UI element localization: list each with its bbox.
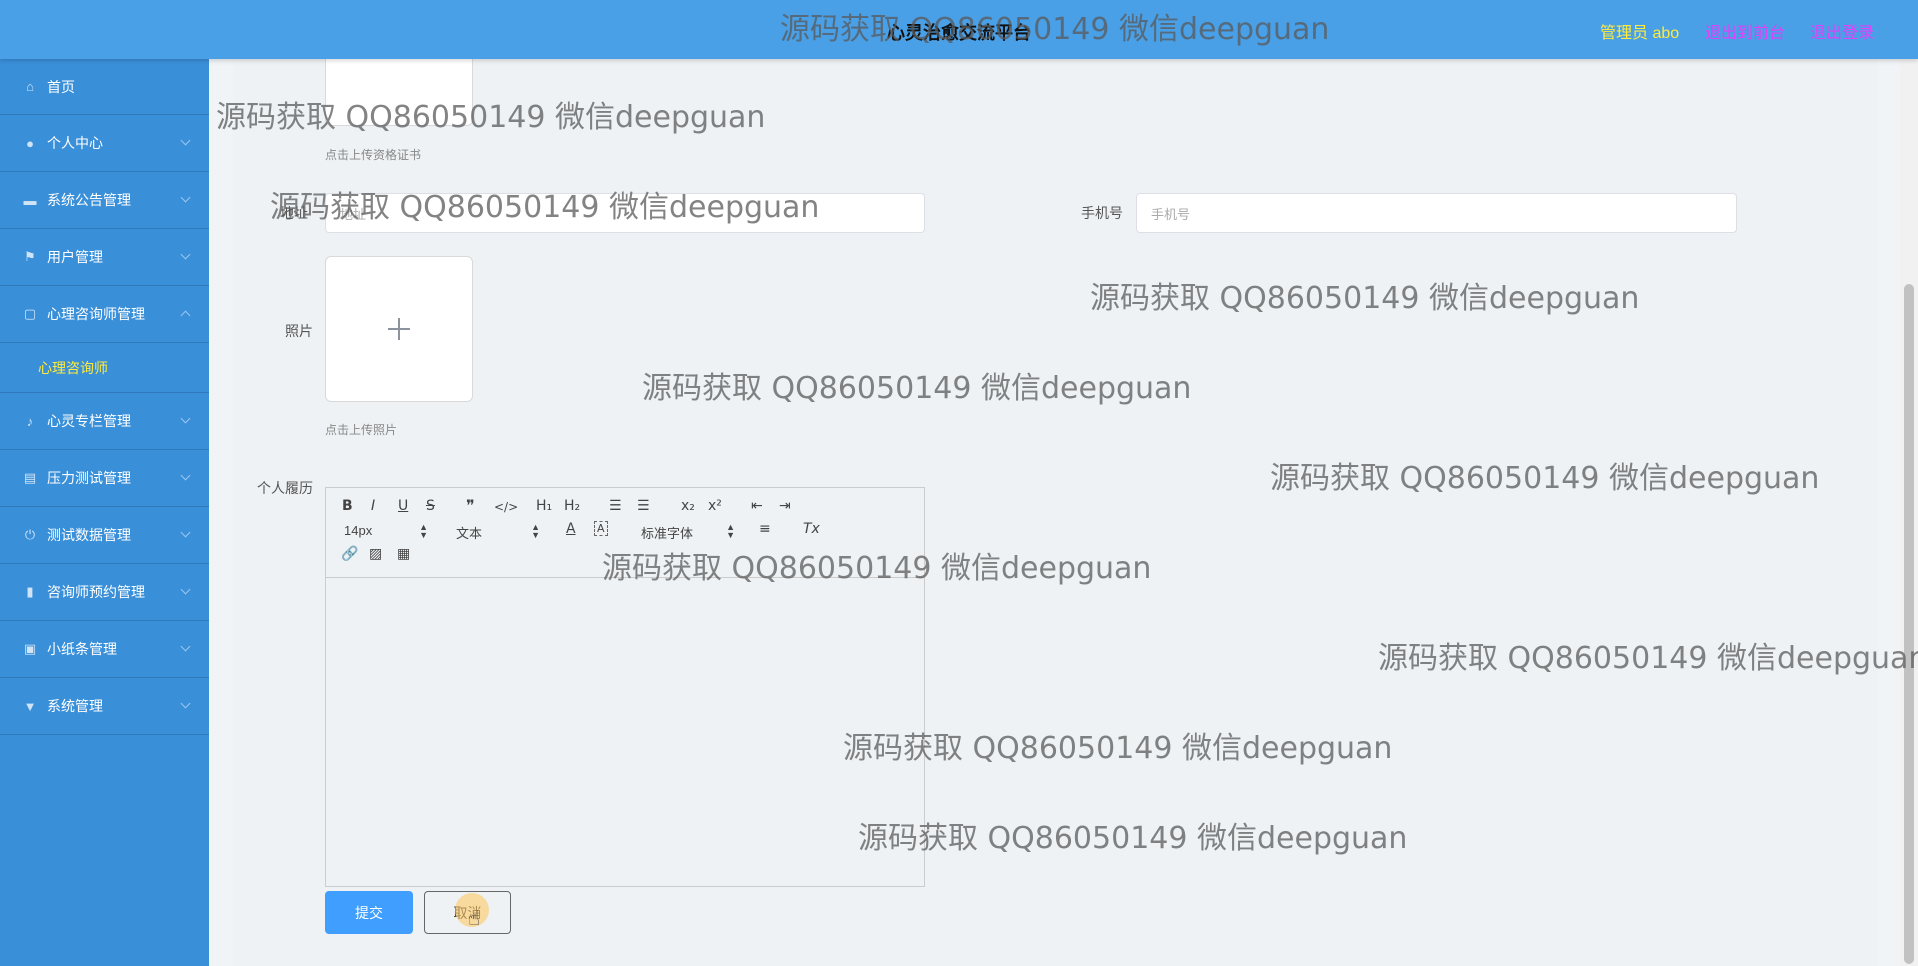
sidebar-item-appointments[interactable]: ▮ 咨询师预约管理 <box>0 564 209 621</box>
sidebar-item-system[interactable]: ▼ 系统管理 <box>0 678 209 735</box>
sidebar-item-personal-center[interactable]: ● 个人中心 <box>0 115 209 172</box>
admin-label: 管理员 abo <box>1600 25 1680 42</box>
rich-text-editor: B I U S ❞ </> H₁ H₂ ☰ ☰ x₂ x² ⇤ ⇥ 14px ▲… <box>325 487 925 887</box>
heading1-icon[interactable]: H₁ <box>536 498 552 514</box>
top-header: 心灵治愈交流平台 管理员 abo 退出到前台 退出登录 <box>0 0 1918 59</box>
resume-label: 个人履历 <box>257 480 313 496</box>
chevron-down-icon <box>180 527 191 538</box>
subscript-icon[interactable]: x₂ <box>681 498 695 514</box>
submit-button[interactable]: 提交 <box>325 891 413 934</box>
logout-link[interactable]: 退出登录 <box>1810 19 1874 43</box>
quote-icon[interactable]: ❞ <box>466 496 475 515</box>
sidebar-item-label: 测试数据管理 <box>47 527 131 543</box>
power-icon: ⏻ <box>24 527 36 542</box>
select-caret-icon: ▲ ▼ <box>419 522 428 540</box>
select-caret-icon: ▲ ▼ <box>726 522 735 540</box>
sidebar-item-label: 个人中心 <box>47 135 103 151</box>
sidebar-item-label: 小纸条管理 <box>47 641 117 657</box>
card-icon: ▬ <box>23 192 37 208</box>
chevron-down-icon <box>180 470 191 481</box>
sidebar-item-column[interactable]: ♪ 心灵专栏管理 <box>0 393 209 450</box>
strikethrough-icon[interactable]: S <box>426 498 435 514</box>
chevron-down-icon <box>180 698 191 709</box>
note-icon: ▣ <box>23 641 37 656</box>
scrollbar-thumb[interactable] <box>1904 284 1914 964</box>
sidebar-item-test-data[interactable]: ⏻ 测试数据管理 <box>0 507 209 564</box>
sidebar-item-home[interactable]: ⌂ 首页 <box>0 59 209 115</box>
photo-upload[interactable] <box>325 256 473 402</box>
cup-icon: ▼ <box>23 698 37 714</box>
text-style-select[interactable]: 文本 ▲ ▼ <box>456 523 540 542</box>
briefcase-icon: ▤ <box>23 470 37 485</box>
image-icon[interactable]: ▨ <box>369 546 382 562</box>
heading2-icon[interactable]: H₂ <box>564 498 580 514</box>
submenu-item-counselor[interactable]: 心理咨询师 <box>0 343 209 393</box>
font-size-select[interactable]: 14px ▲ ▼ <box>344 522 428 540</box>
bold-icon[interactable]: B <box>342 498 353 514</box>
video-icon[interactable]: ▦ <box>397 546 410 562</box>
scrollbar[interactable] <box>1900 59 1918 966</box>
chevron-down-icon <box>180 249 191 260</box>
sidebar-item-label: 首页 <box>47 78 75 95</box>
chevron-down-icon <box>180 135 191 146</box>
sidebar-item-label: 心理咨询师管理 <box>47 306 145 322</box>
sidebar-item-label: 咨询师预约管理 <box>47 584 145 600</box>
italic-icon[interactable]: I <box>371 498 375 514</box>
sidebar-item-label: 压力测试管理 <box>47 470 131 486</box>
sidebar-item-users[interactable]: ⚑ 用户管理 <box>0 229 209 286</box>
address-input[interactable]: 地址 <box>325 193 925 233</box>
phone-label: 手机号 <box>1081 205 1123 221</box>
photo-hint: 点击上传照片 <box>325 423 398 437</box>
sidebar-item-label: 系统公告管理 <box>47 192 131 208</box>
home-icon: ⌂ <box>26 79 34 94</box>
underline-icon[interactable]: U <box>398 498 408 514</box>
address-label: 地址 <box>280 205 308 221</box>
indent-icon[interactable]: ⇥ <box>779 498 791 514</box>
outdent-icon[interactable]: ⇤ <box>751 498 763 514</box>
align-icon[interactable]: ≡ <box>759 521 771 537</box>
chevron-down-icon <box>180 413 191 424</box>
sidebar-item-stress-test[interactable]: ▤ 压力测试管理 <box>0 450 209 507</box>
sidebar-item-label: 用户管理 <box>47 249 103 265</box>
phone-input[interactable]: 手机号 <box>1136 193 1737 233</box>
sidebar-item-notice[interactable]: ▬ 系统公告管理 <box>0 172 209 229</box>
exit-to-front-link[interactable]: 退出到前台 <box>1705 19 1785 43</box>
sidebar-item-counselors[interactable]: ▢ 心理咨询师管理 <box>0 286 209 343</box>
sidebar-item-label: 系统管理 <box>47 698 103 714</box>
microphone-icon: ♪ <box>26 413 34 429</box>
text-color-icon[interactable]: A <box>566 521 576 537</box>
user-icon: ● <box>26 135 34 151</box>
editor-toolbar: B I U S ❞ </> H₁ H₂ ☰ ☰ x₂ x² ⇤ ⇥ 14px ▲… <box>326 488 924 578</box>
square-icon: ▢ <box>23 306 37 321</box>
chevron-down-icon <box>180 584 191 595</box>
superscript-icon[interactable]: x² <box>708 498 722 514</box>
select-caret-icon: ▲ ▼ <box>531 522 540 540</box>
sidebar: ⌂ 首页 ● 个人中心 ▬ 系统公告管理 ⚑ 用户管理 ▢ 心理咨询师管理 心理… <box>0 59 209 966</box>
flag-icon: ⚑ <box>24 249 36 264</box>
sidebar-item-label: 心灵专栏管理 <box>47 413 131 429</box>
ordered-list-icon[interactable]: ☰ <box>609 498 622 514</box>
chevron-down-icon <box>180 192 191 203</box>
editor-content-area[interactable] <box>326 578 924 886</box>
bar-chart-icon: ▮ <box>26 584 34 599</box>
font-family-select[interactable]: 标准字体 ▲ ▼ <box>641 523 735 542</box>
certificate-hint: 点击上传资格证书 <box>325 148 422 162</box>
clear-format-icon[interactable]: Tx <box>803 521 820 537</box>
photo-label: 照片 <box>285 323 313 339</box>
chevron-down-icon <box>180 641 191 652</box>
link-icon[interactable]: 🔗 <box>341 546 358 562</box>
background-color-icon[interactable]: A <box>594 521 608 536</box>
sidebar-item-notes[interactable]: ▣ 小纸条管理 <box>0 621 209 678</box>
chevron-up-icon <box>180 310 191 321</box>
bullet-list-icon[interactable]: ☰ <box>637 498 650 514</box>
hand-cursor-icon: ☝ <box>468 908 481 930</box>
code-icon[interactable]: </> <box>494 500 518 514</box>
